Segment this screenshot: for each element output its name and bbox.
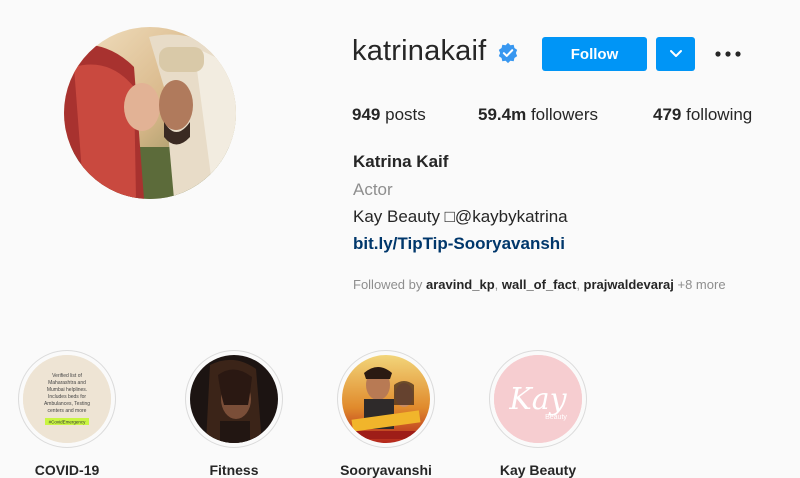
- following-stat[interactable]: 479 following: [653, 105, 752, 125]
- profile-website-link[interactable]: bit.ly/TipTip-Sooryavanshi: [353, 234, 565, 254]
- highlight-ring: [185, 350, 283, 448]
- highlight-ring: Verified list of Maharashtra and Mumbai …: [18, 350, 116, 448]
- covid-card-line: Ambulances, Testing: [44, 401, 90, 407]
- ellipsis-icon: [715, 51, 741, 57]
- highlight-label: COVID-19: [34, 462, 100, 478]
- story-highlight-covid[interactable]: Verified list of Maharashtra and Mumbai …: [17, 350, 117, 478]
- highlight-label: Kay Beauty: [499, 462, 577, 478]
- covid-card-line: Maharashtra and: [48, 380, 86, 386]
- profile-category: Actor: [353, 180, 393, 199]
- kay-logo-text: Kay: [508, 382, 567, 417]
- profile-bio: Kay Beauty □@kaybykatrina: [353, 207, 568, 226]
- avatar-photo: [64, 27, 236, 199]
- posts-label: posts: [385, 105, 426, 124]
- follow-button[interactable]: Follow: [542, 37, 647, 71]
- suggested-accounts-dropdown-button[interactable]: [656, 37, 695, 71]
- posts-stat: 949 posts: [352, 105, 426, 125]
- movie-poster-icon: [342, 355, 430, 443]
- kay-logo-icon: Kay Beauty: [494, 355, 582, 443]
- covid-card-hashtag: #CovidEmergency: [49, 420, 87, 425]
- highlight-ring: Kay Beauty: [489, 350, 587, 448]
- mutual-follower-name: prajwaldevaraj: [583, 277, 674, 292]
- chevron-down-icon: [669, 50, 682, 57]
- mutual-follower-name: wall_of_fact: [501, 277, 577, 292]
- followers-label: followers: [530, 105, 599, 124]
- dark-portrait-icon: [190, 355, 278, 443]
- more-options-button[interactable]: [713, 43, 743, 65]
- followed-by-prefix: Followed by: [353, 277, 423, 292]
- profile-full-name: Katrina Kaif: [353, 152, 449, 171]
- profile-username: katrinakaif: [352, 35, 487, 67]
- covid-card-line: Includes beds for: [48, 394, 86, 400]
- kay-logo-subtext: Beauty: [545, 414, 567, 421]
- followers-count: 59.4m: [478, 105, 527, 124]
- story-highlight-sooryavanshi[interactable]: Sooryavanshi: [336, 350, 436, 478]
- covid-info-card-icon: Verified list of Maharashtra and Mumbai …: [23, 355, 111, 443]
- highlight-label: Fitness: [209, 462, 259, 478]
- following-count: 479: [653, 105, 682, 124]
- covid-card-line: Verified list of: [52, 373, 82, 379]
- followed-by-text[interactable]: Followed by aravind_kp, wall_of_fact, pr…: [353, 277, 726, 292]
- covid-card-line: centers and more: [48, 408, 87, 414]
- highlight-label: Sooryavanshi: [340, 462, 432, 478]
- following-label: following: [686, 105, 753, 124]
- story-highlight-kay-beauty[interactable]: Kay Beauty Kay Beauty: [488, 350, 588, 478]
- profile-avatar[interactable]: [64, 27, 236, 199]
- highlight-ring: [337, 350, 435, 448]
- covid-card-line: Mumbai helplines.: [47, 387, 87, 393]
- posts-count: 949: [352, 105, 381, 124]
- followers-stat[interactable]: 59.4m followers: [478, 105, 598, 125]
- mutual-follower-name: aravind_kp: [426, 277, 495, 292]
- story-highlight-fitness[interactable]: Fitness: [184, 350, 284, 478]
- followed-by-more: +8 more: [677, 277, 726, 292]
- verified-badge-icon: [498, 42, 518, 64]
